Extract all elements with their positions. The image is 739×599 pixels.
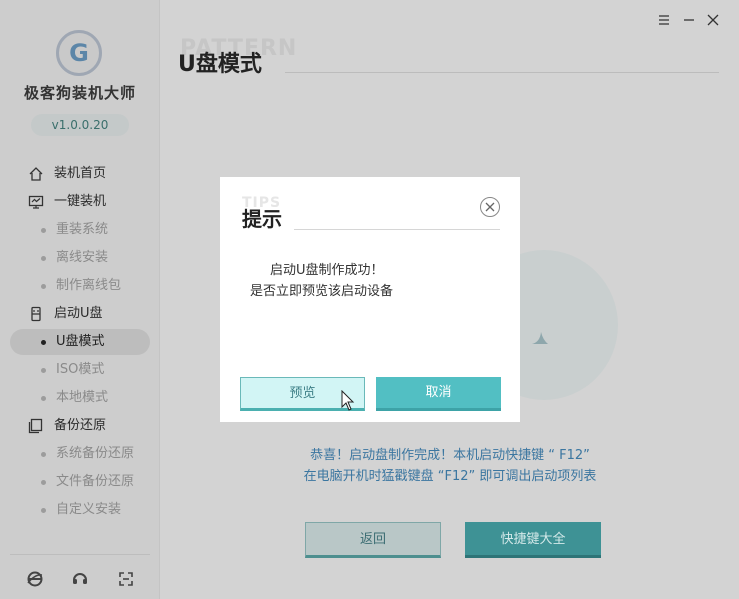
success-message-line1: 恭喜！启动盘制作完成！本机启动快捷键 “ F12” <box>310 448 590 463</box>
app-logo: G <box>56 30 102 76</box>
sidebar-item-label: 备份还原 <box>54 418 107 433</box>
page-title: U盘模式 <box>178 52 262 77</box>
usb-icon <box>31 306 41 322</box>
sidebar-item-reinstall-system[interactable]: 重装系统 <box>0 216 160 244</box>
sidebar-item-label: 文件备份还原 <box>56 474 135 489</box>
sidebar-item-make-offline-package[interactable]: 制作离线包 <box>0 272 160 300</box>
app-name: 极客狗装机大师 <box>23 84 136 102</box>
sidebar-item-file-backup-restore[interactable]: 文件备份还原 <box>0 468 160 496</box>
sidebar-item-custom-install[interactable]: 自定义安装 <box>0 496 160 524</box>
version-badge: v1.0.0.20 <box>31 114 129 136</box>
dialog-message-line1: 启动U盘制作成功！ <box>270 263 384 278</box>
dialog-title: 提示 <box>242 207 282 231</box>
sidebar-item-label: 启动U盘 <box>54 306 103 321</box>
sidebar-item-usb-mode[interactable]: U盘模式 <box>0 328 160 356</box>
sidebar-item-label: 制作离线包 <box>56 278 122 293</box>
sidebar: G 极客狗装机大师 v1.0.0.20 装机首页 一键装机 重装系统 离线安装 … <box>0 0 160 599</box>
sidebar-item-label: 本地模式 <box>56 390 109 405</box>
close-icon[interactable] <box>705 12 721 28</box>
back-button[interactable]: 返回 <box>305 522 441 558</box>
sidebar-item-boot-usb[interactable]: 启动U盘 <box>0 300 160 328</box>
fullscreen-icon[interactable] <box>117 570 135 588</box>
backup-icon <box>28 418 43 434</box>
support-chat-icon[interactable] <box>71 570 89 588</box>
mouse-cursor-icon <box>341 390 355 411</box>
sidebar-item-label: 重装系统 <box>56 222 109 237</box>
sidebar-item-label: 自定义安装 <box>56 502 122 517</box>
sidebar-divider <box>10 554 150 555</box>
hotkeys-button[interactable]: 快捷键大全 <box>465 522 601 558</box>
sidebar-item-iso-mode[interactable]: ISO模式 <box>0 356 160 384</box>
dialog-title-divider <box>294 229 500 230</box>
cancel-button[interactable]: 取消 <box>376 377 501 411</box>
sidebar-item-system-backup-restore[interactable]: 系统备份还原 <box>0 440 160 468</box>
sidebar-item-label: 一键装机 <box>54 194 107 209</box>
prompt-dialog: TIPS 提示 启动U盘制作成功！ 是否立即预览该启动设备 预览 取消 <box>220 177 520 422</box>
sidebar-item-backup-restore[interactable]: 备份还原 <box>0 412 160 440</box>
menu-icon[interactable] <box>656 12 672 28</box>
minimize-icon[interactable] <box>681 12 697 28</box>
browser-icon[interactable] <box>26 570 44 588</box>
sidebar-item-label: 离线安装 <box>56 250 109 265</box>
shark-fin-icon <box>532 332 548 344</box>
success-message-line2: 在电脑开机时猛戳键盘 “F12” 即可调出启动项列表 <box>303 469 597 484</box>
sidebar-item-label: ISO模式 <box>56 362 105 377</box>
sidebar-item-local-mode[interactable]: 本地模式 <box>0 384 160 412</box>
close-icon <box>485 202 495 212</box>
sidebar-item-label: 装机首页 <box>54 166 107 181</box>
title-divider <box>285 72 719 73</box>
home-icon <box>29 167 43 181</box>
sidebar-item-label: 系统备份还原 <box>56 446 135 461</box>
sidebar-nav: 装机首页 一键装机 重装系统 离线安装 制作离线包 启动U盘 U盘模式 ISO模… <box>0 160 160 524</box>
sidebar-item-offline-install[interactable]: 离线安装 <box>0 244 160 272</box>
sidebar-item-label: U盘模式 <box>56 334 105 349</box>
dialog-close-button[interactable] <box>480 197 500 217</box>
logo-letter: G <box>69 39 89 67</box>
monitor-icon <box>28 195 44 209</box>
sidebar-item-one-click-install[interactable]: 一键装机 <box>0 188 160 216</box>
sidebar-item-home[interactable]: 装机首页 <box>0 160 160 188</box>
dialog-message-line2: 是否立即预览该启动设备 <box>250 284 394 299</box>
